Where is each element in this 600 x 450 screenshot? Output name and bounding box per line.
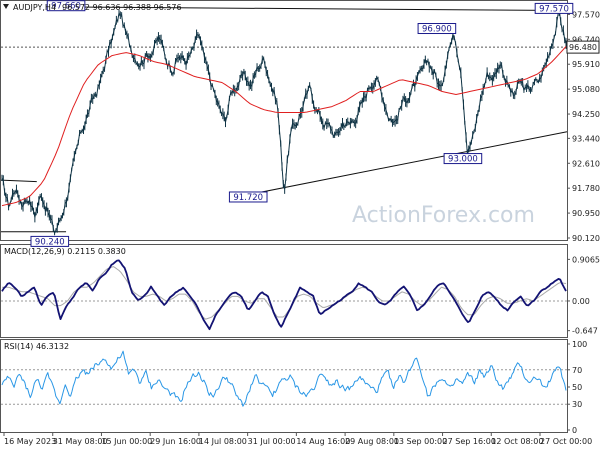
price-axis-label: 95.080 bbox=[572, 85, 600, 94]
x-axis-label: 27 Oct 00:00 bbox=[540, 437, 592, 446]
macd-axis-label: -0.647 bbox=[572, 327, 598, 336]
chart-root: ActionForex.com 97.570 96.740 95.910 95.080… bbox=[0, 0, 600, 450]
x-axis-label: 29 Jun 16:00 bbox=[150, 437, 201, 446]
price-axis-label: 91.780 bbox=[572, 184, 600, 193]
x-axis-label: 27 Sep 16:00 bbox=[443, 437, 496, 446]
x-axis-label: 14 Jul 08:00 bbox=[199, 437, 247, 446]
x-axis-label: 12 Oct 08:00 bbox=[491, 437, 543, 446]
rsi-axis-label: 50 bbox=[572, 383, 582, 392]
macd-axis-label: 0.00 bbox=[572, 297, 590, 306]
price-axis-label: 94.250 bbox=[572, 110, 600, 119]
annotation-label: 97.570 bbox=[539, 4, 569, 14]
price-axis-label: 90.950 bbox=[572, 209, 600, 218]
current-price-label: 96.480 bbox=[569, 43, 597, 52]
rsi-axis-label: 70 bbox=[572, 366, 582, 375]
x-axis: 16 May 202331 May 08:0015 Jun 00:0029 Ju… bbox=[3, 433, 592, 446]
price-axis-label: 92.610 bbox=[572, 159, 600, 168]
price-ohlc-header: 96.572 96.636 96.388 96.576 bbox=[62, 3, 182, 12]
macd-panel: 0.9065 0.00 -0.647 bbox=[1, 255, 600, 336]
rsi-panel-frame bbox=[0, 339, 568, 433]
x-axis-label: 29 Aug 08:00 bbox=[345, 437, 399, 446]
annotation-label: 91.720 bbox=[233, 193, 263, 203]
moving-average-line bbox=[1, 46, 567, 207]
annotation-label: 90.240 bbox=[35, 237, 65, 247]
macd-main-line bbox=[1, 259, 567, 331]
watermark: ActionForex.com bbox=[352, 203, 535, 228]
price-axis-label: 93.440 bbox=[572, 134, 600, 143]
macd-axis-label: 0.9065 bbox=[572, 255, 600, 264]
price-axis-label: 95.910 bbox=[572, 60, 600, 69]
annotation-label: 93.000 bbox=[448, 155, 478, 165]
chart-canvas: ActionForex.com 97.57096.74095.91095.080… bbox=[0, 0, 600, 446]
rsi-header: RSI(14) 46.3132 bbox=[4, 342, 69, 351]
price-axis-label: 97.570 bbox=[572, 10, 600, 19]
x-axis-label: 16 May 2023 bbox=[4, 437, 56, 446]
x-axis-label: 15 Jun 00:00 bbox=[101, 437, 152, 446]
price-symbol-header: AUDJPY,H4 bbox=[13, 3, 56, 12]
rsi-panel: 100 70 50 30 0 bbox=[1, 340, 587, 435]
price-axis-label: 90.120 bbox=[572, 234, 600, 243]
rsi-axis-label: 0 bbox=[572, 426, 577, 435]
x-axis-label: 31 Jul 00:00 bbox=[248, 437, 296, 446]
annotation-label: 96.900 bbox=[422, 25, 452, 35]
x-axis-label: 31 May 08:00 bbox=[53, 437, 108, 446]
macd-signal-line bbox=[2, 266, 567, 320]
trendline bbox=[0, 179, 37, 183]
collapse-triangle-icon[interactable] bbox=[3, 4, 9, 9]
x-axis-label: 14 Aug 16:00 bbox=[296, 437, 350, 446]
x-axis-label: 13 Sep 00:00 bbox=[394, 437, 447, 446]
rsi-axis-label: 100 bbox=[572, 340, 587, 349]
trendline bbox=[241, 131, 568, 197]
macd-header: MACD(12,26,9) 0.2115 0.3830 bbox=[4, 247, 126, 256]
rsi-axis-label: 30 bbox=[572, 400, 582, 409]
rsi-line bbox=[1, 350, 567, 407]
